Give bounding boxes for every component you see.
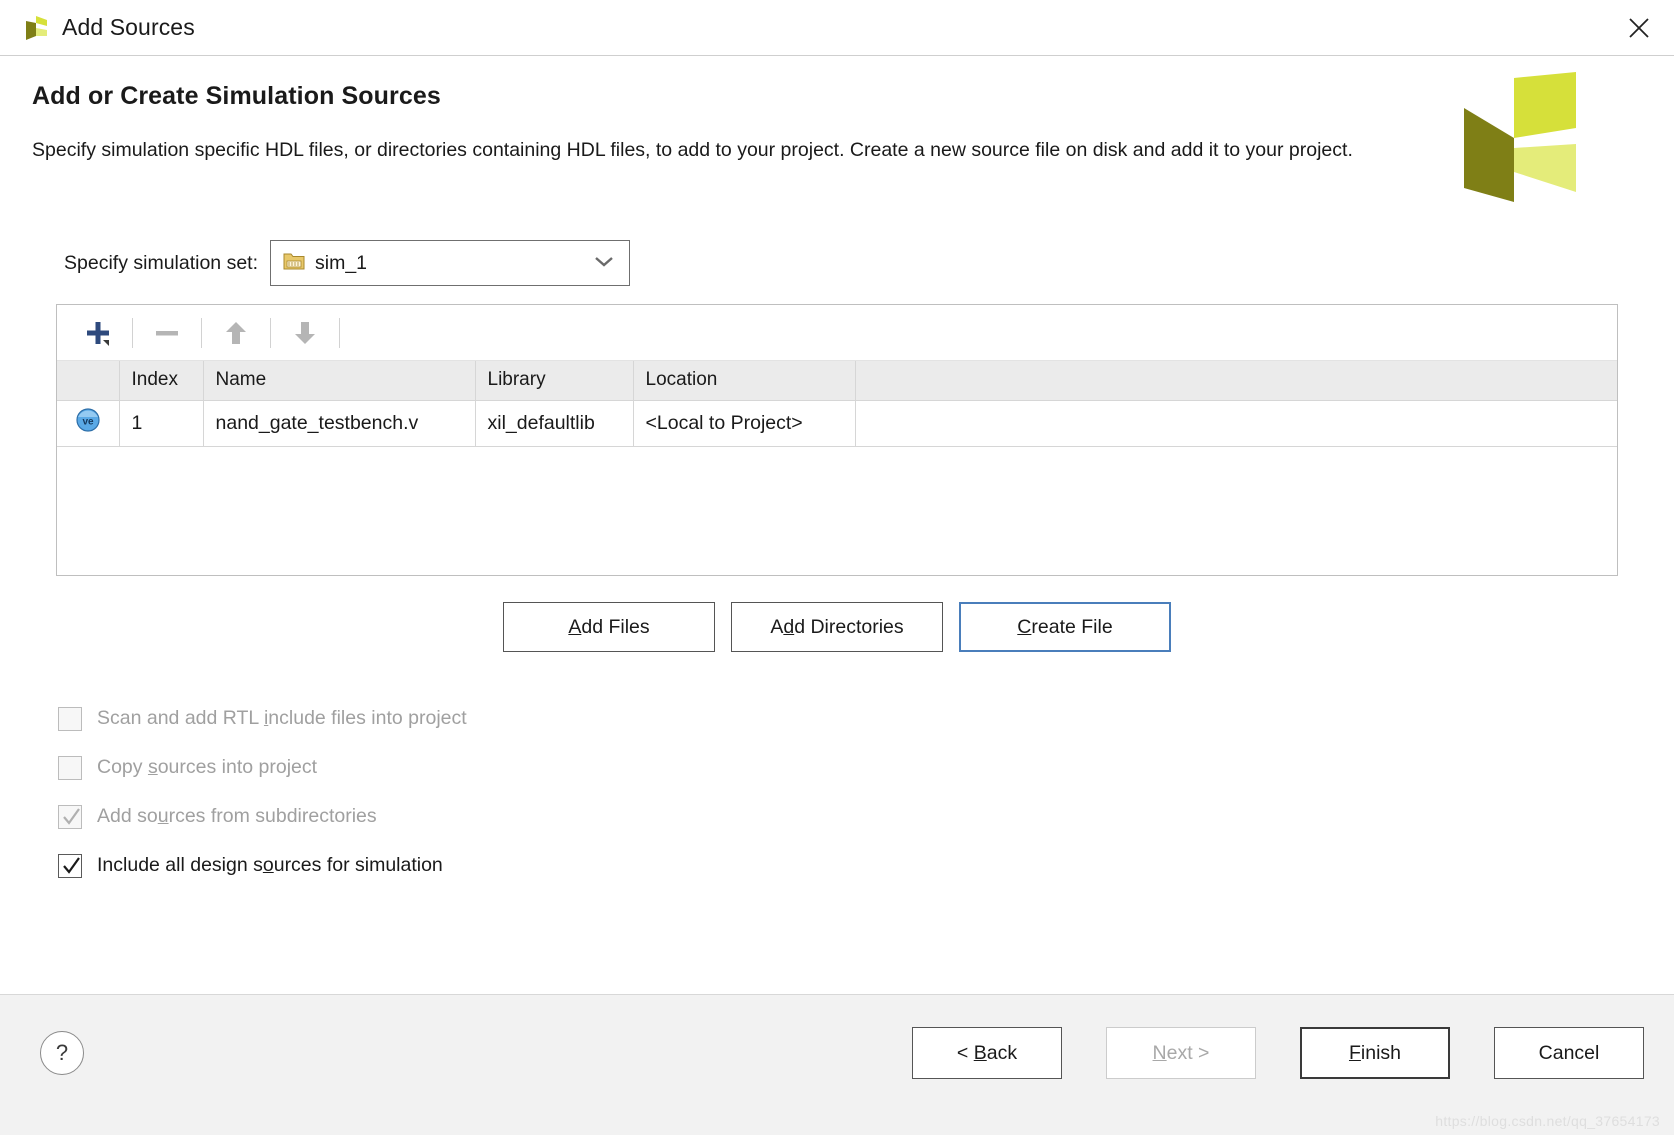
simulation-set-label: Specify simulation set: — [64, 251, 259, 274]
source-action-buttons: Add Files Add Directories Create File — [32, 601, 1642, 653]
wizard-navigation: < Back Next > Finish Cancel — [912, 1027, 1644, 1079]
arrow-up-icon — [209, 311, 263, 355]
column-header-library[interactable]: Library — [475, 361, 634, 401]
cell-name: nand_gate_testbench.v — [203, 400, 476, 447]
table-row[interactable]: ve 1 nand_gate_testbench.v xil_defaultli… — [57, 400, 1617, 447]
option-copy-sources: Copy sources into project — [58, 743, 1642, 792]
add-files-button[interactable]: Add Files — [503, 602, 715, 652]
cell-filler — [855, 400, 1617, 447]
option-add-subdirectories: Add sources from subdirectories — [58, 792, 1642, 841]
page-description: Specify simulation specific HDL files, o… — [32, 139, 1353, 161]
xilinx-vivado-brand-icon — [1456, 70, 1588, 210]
table-header-row: Index Name Library Location — [57, 361, 1617, 401]
cell-location: <Local to Project> — [633, 400, 856, 447]
watermark: https://blog.csdn.net/qq_37654173 — [1435, 1113, 1660, 1129]
plus-icon[interactable] — [71, 311, 125, 355]
column-header-location[interactable]: Location — [633, 361, 856, 401]
next-button: Next > — [1106, 1027, 1256, 1079]
dialog-body: Specify simulation set: sim_1 Index Name… — [0, 240, 1674, 890]
minus-icon — [140, 311, 194, 355]
source-files-toolbar — [57, 305, 1617, 361]
create-file-button[interactable]: Create File — [958, 601, 1172, 653]
back-button[interactable]: < Back — [912, 1027, 1062, 1079]
window-title: Add Sources — [62, 14, 195, 40]
cell-library: xil_defaultlib — [475, 400, 634, 447]
vivado-logo-icon — [22, 14, 50, 42]
add-sources-dialog: Add Sources Add or Create Simulation Sou… — [0, 0, 1674, 1135]
add-files-label-rest: dd Files — [581, 615, 650, 638]
dialog-header: Add or Create Simulation Sources Specify… — [0, 56, 1674, 202]
column-header-filler — [855, 361, 1617, 401]
titlebar: Add Sources — [0, 0, 1674, 56]
toolbar-separator — [201, 317, 202, 348]
simulation-set-row: Specify simulation set: sim_1 — [32, 240, 1642, 286]
simulation-set-folder-icon — [283, 251, 305, 276]
verilog-file-icon: ve — [57, 400, 120, 447]
svg-text:ve: ve — [82, 417, 94, 428]
add-directories-button[interactable]: Add Directories — [731, 602, 943, 652]
source-files-panel: Index Name Library Location ve 1 nand_ga… — [56, 304, 1618, 576]
option-label: Add sources from subdirectories — [97, 805, 377, 827]
toolbar-separator — [132, 317, 133, 348]
column-header-index[interactable]: Index — [119, 361, 204, 401]
dialog-footer: ? < Back Next > Finish Cancel https://bl… — [0, 994, 1674, 1135]
cell-index: 1 — [119, 400, 204, 447]
close-icon[interactable] — [1622, 11, 1656, 45]
page-title: Add or Create Simulation Sources — [32, 82, 441, 110]
help-button[interactable]: ? — [40, 1031, 84, 1075]
option-label: Include all design sources for simulatio… — [97, 854, 443, 876]
toolbar-separator — [270, 317, 271, 348]
toolbar-separator — [339, 317, 340, 348]
checkbox-scan-rtl-include — [58, 706, 82, 731]
checkbox-add-subdirectories — [58, 804, 82, 829]
simulation-set-dropdown[interactable]: sim_1 — [270, 240, 631, 286]
arrow-down-icon — [278, 311, 332, 355]
cancel-button[interactable]: Cancel — [1494, 1027, 1644, 1079]
option-include-design-sources[interactable]: Include all design sources for simulatio… — [58, 841, 1642, 890]
option-scan-rtl-include: Scan and add RTL include files into proj… — [58, 694, 1642, 743]
column-header-icon — [57, 361, 120, 401]
source-files-table: Index Name Library Location ve 1 nand_ga… — [57, 361, 1617, 447]
simulation-set-value: sim_1 — [315, 251, 368, 274]
finish-button[interactable]: Finish — [1300, 1027, 1450, 1079]
option-label: Copy sources into project — [97, 756, 318, 778]
chevron-down-icon — [593, 254, 615, 273]
checkbox-include-design-sources[interactable] — [58, 853, 82, 878]
column-header-name[interactable]: Name — [203, 361, 476, 401]
checkbox-copy-sources — [58, 755, 82, 780]
option-label: Scan and add RTL include files into proj… — [97, 707, 467, 729]
source-options: Scan and add RTL include files into proj… — [32, 694, 1642, 890]
